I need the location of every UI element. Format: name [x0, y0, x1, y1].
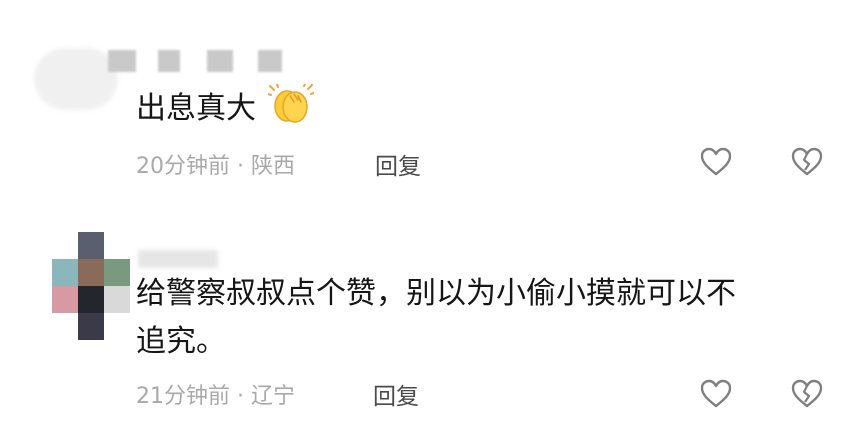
username-blurred: [258, 50, 282, 72]
comment-item: 给警察叔叔点个赞，别以为小偷小摸就可以不 追究。 21分钟前 · 辽宁 回复: [0, 210, 860, 440]
reply-button[interactable]: 回复: [373, 377, 419, 411]
username-blurred: [207, 50, 233, 72]
comment-location: 陕西: [251, 154, 296, 179]
reply-button[interactable]: 回复: [375, 147, 421, 181]
clapping-hands-icon: [267, 84, 314, 123]
heart-icon[interactable]: [699, 378, 733, 410]
avatar[interactable]: [52, 232, 130, 340]
broken-heart-icon[interactable]: [790, 146, 824, 178]
username-blurred: [108, 50, 136, 72]
meta-separator: ·: [237, 154, 244, 179]
comment-meta: 21分钟前 · 辽宁: [136, 378, 295, 410]
comment-time: 20分钟前: [136, 154, 230, 179]
meta-separator: ·: [237, 384, 244, 409]
broken-heart-icon[interactable]: [790, 378, 824, 410]
comment-time: 21分钟前: [136, 384, 230, 409]
comment-text-content: 出息真大: [136, 91, 256, 126]
comment-text-line: 给警察叔叔点个赞，别以为小偷小摸就可以不: [136, 276, 736, 311]
username-blurred: [138, 250, 218, 268]
comment-text: 给警察叔叔点个赞，别以为小偷小摸就可以不 追究。: [136, 270, 736, 366]
heart-icon[interactable]: [699, 146, 733, 178]
username-blurred: [158, 50, 180, 72]
comment-item: 出息真大 20分钟前 · 陕西 回复: [0, 0, 860, 200]
avatar[interactable]: [34, 48, 118, 110]
comment-meta: 20分钟前 · 陕西: [136, 148, 295, 180]
comment-location: 辽宁: [251, 384, 296, 409]
comment-text: 出息真大: [136, 84, 314, 133]
comment-text-line: 追究。: [136, 324, 226, 359]
